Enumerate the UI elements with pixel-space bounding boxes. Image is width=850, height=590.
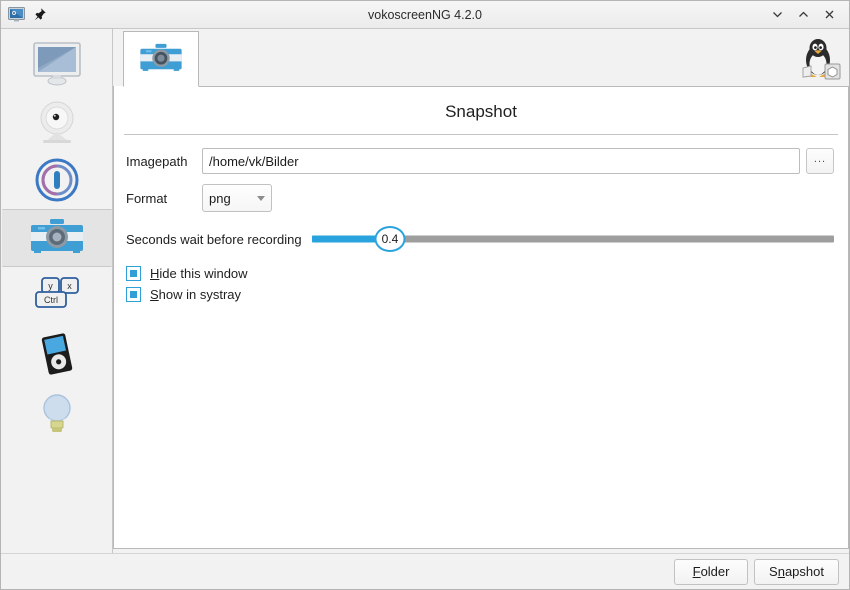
label-before: S (769, 564, 778, 579)
tux-penguin-icon (797, 36, 843, 82)
label-rest: older (700, 564, 730, 579)
format-select[interactable]: png (202, 184, 272, 212)
sidebar-item-screen[interactable] (2, 35, 112, 93)
checkbox-label: Show in systray (150, 287, 241, 302)
format-label: Format (126, 190, 168, 206)
imagepath-browse-button[interactable]: ... (806, 148, 834, 174)
mnemonic-char: n (777, 564, 785, 579)
checkbox-label: Hide this window (150, 266, 248, 281)
sidebar-item-snapshot[interactable] (1, 209, 112, 267)
title-bar-left (1, 6, 47, 23)
record-ring-icon (29, 156, 85, 204)
imagepath-label: Imagepath (126, 153, 188, 169)
label-rest: ide this window (159, 266, 248, 281)
tab-strip (113, 31, 849, 87)
maximize-button[interactable] (791, 4, 815, 26)
webcam-icon (29, 98, 85, 146)
wait-seconds-slider[interactable]: 0.4 (311, 226, 834, 252)
page-title: Snapshot (445, 102, 517, 121)
title-bar: vokoscreenNG 4.2.0 (1, 1, 849, 29)
svg-text:y: y (48, 281, 53, 291)
lightbulb-icon (32, 388, 82, 436)
camera-icon (138, 40, 184, 78)
svg-text:Ctrl: Ctrl (44, 295, 58, 305)
tab-page-snapshot: Snapshot Imagepath ... Format png (113, 86, 849, 549)
format-selected-value: png (209, 190, 231, 206)
monitor-app-icon (8, 6, 25, 23)
svg-text:x: x (67, 281, 72, 291)
folder-button[interactable]: Folder (674, 558, 749, 585)
checkbox-show-in-systray[interactable]: Show in systray (126, 287, 834, 302)
window-body: y x Ctrl Snapshot Imagepath /home/vk/Bil… (1, 29, 849, 553)
sidebar: y x Ctrl (1, 29, 113, 553)
mnemonic-char: F (692, 564, 701, 579)
label-rest: how in systray (158, 287, 242, 302)
wait-seconds-label: Seconds wait before recording (126, 231, 302, 247)
checkbox-indicator[interactable] (126, 266, 141, 281)
chevron-down-icon (257, 195, 265, 201)
minimize-button[interactable] (765, 4, 789, 26)
imagepath-input[interactable] (202, 148, 800, 174)
pin-icon[interactable] (32, 7, 47, 22)
footer-button-bar: Folder Sn apshot (1, 553, 849, 589)
camera-icon (28, 215, 86, 261)
label-rest: apshot (784, 564, 824, 579)
window-title: vokoscreenNG 4.2.0 (368, 7, 482, 22)
snapshot-button[interactable]: Sn apshot (754, 558, 839, 585)
monitor-icon (29, 40, 85, 88)
mnemonic-char: S (150, 287, 159, 302)
window-controls (765, 4, 849, 26)
sidebar-item-about[interactable] (2, 383, 112, 441)
tab-snapshot[interactable] (123, 31, 199, 87)
mnemonic-char: H (150, 266, 160, 281)
sidebar-item-player[interactable] (2, 325, 112, 383)
tab-widget: Snapshot Imagepath ... Format png (113, 31, 849, 553)
slider-handle[interactable]: 0.4 (374, 226, 406, 252)
main-pane: Snapshot Imagepath ... Format png (113, 29, 849, 553)
sidebar-item-shortcuts[interactable]: y x Ctrl (2, 267, 112, 325)
sidebar-item-record[interactable] (2, 151, 112, 209)
snapshot-form: Imagepath ... Format png S (114, 135, 848, 302)
checkbox-hide-this-window[interactable]: Hide this window (126, 266, 834, 281)
checkbox-indicator[interactable] (126, 287, 141, 302)
imagepath-row: Imagepath ... (126, 148, 834, 174)
keyboard-shortcut-icon: y x Ctrl (28, 272, 86, 320)
sidebar-item-webcam[interactable] (2, 93, 112, 151)
format-row: Format png (126, 184, 834, 212)
application-window: vokoscreenNG 4.2.0 y x Ctrl Snapshot Ima… (0, 0, 850, 590)
wait-seconds-row: Seconds wait before recording 0.4 (126, 226, 834, 252)
tab-strip-filler (199, 32, 849, 87)
media-player-icon (31, 330, 83, 378)
close-button[interactable] (817, 4, 841, 26)
